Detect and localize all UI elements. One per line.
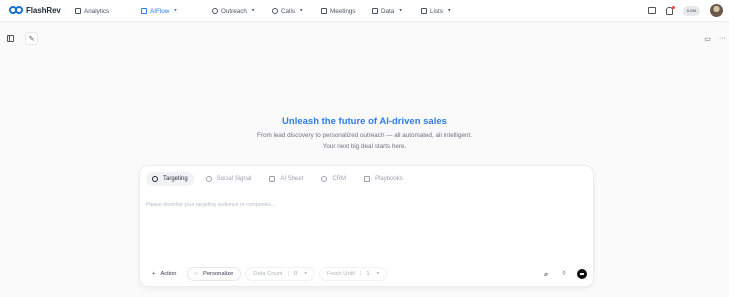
signal-icon [205, 176, 212, 182]
hero-subtitle-line1: From lead discovery to personalized outr… [257, 132, 472, 139]
data-count-select[interactable]: Data Count | 0 ▾ [245, 267, 315, 281]
new-chat-button[interactable]: ✎ [25, 32, 38, 45]
composer-card: Targeting Social Signal AI Sheet CRM Pla… [139, 165, 594, 287]
fresh-until-label: Fresh Until [326, 271, 355, 277]
crm-icon [321, 176, 328, 182]
analytics-icon [75, 8, 81, 14]
sidebar-icon [7, 35, 14, 42]
nav-outreach-label: Outreach [221, 7, 247, 15]
gift-icon[interactable] [647, 7, 656, 14]
brand-logo[interactable]: FlashRev [9, 5, 61, 15]
chevron-down-icon: ▾ [399, 7, 402, 14]
chevron-down-icon: ▾ [300, 7, 303, 14]
nav-meetings[interactable]: Meetings [321, 6, 356, 16]
tab-label: Social Signal [216, 176, 252, 182]
personalize-button[interactable]: ◌ Personalize [186, 267, 242, 281]
composer-toolbar: + Action ◌ Personalize Data Count | 0 ▾ … [146, 267, 587, 281]
data-count-label: Data Count [253, 271, 283, 277]
chevron-down-icon: ▾ [304, 270, 307, 277]
book-icon [364, 176, 371, 182]
nav-meetings-label: Meetings [330, 7, 356, 15]
infinity-logo-icon [9, 5, 23, 15]
edit-icon: ✎ [28, 35, 35, 43]
outreach-icon [212, 8, 218, 14]
nav-lists[interactable]: Lists ▾ [421, 6, 450, 16]
lists-icon [421, 8, 427, 14]
prompt-input[interactable]: Please describe your targeting audience … [146, 202, 275, 208]
microphone-icon[interactable]: ◊ [559, 269, 569, 279]
data-count-value: 0 [294, 271, 298, 277]
plus-icon: + [152, 271, 156, 277]
fresh-until-select[interactable]: Fresh Until | 1 ▾ [318, 267, 388, 281]
video-icon [321, 8, 327, 14]
nav-calls[interactable]: Calls ▾ [272, 6, 303, 16]
divider: | [287, 271, 290, 277]
tab-label: CRM [332, 176, 347, 182]
attach-icon[interactable]: ⌀ [541, 269, 551, 279]
send-button[interactable] [577, 269, 587, 279]
data-icon [372, 8, 378, 14]
chevron-down-icon: ▾ [376, 270, 380, 277]
chevron-down-icon: ▾ [174, 7, 177, 14]
nav-aiflow[interactable]: AIFlow ▾ [141, 6, 177, 16]
chevron-down-icon: ▾ [251, 7, 255, 14]
more-icon: ··· [719, 35, 726, 42]
nav-outreach[interactable]: Outreach ▾ [212, 6, 254, 16]
more-options-button[interactable]: ··· [716, 32, 729, 45]
aiflow-icon [141, 8, 147, 14]
toggle-sidebar-button[interactable] [4, 32, 17, 45]
nav-calls-label: Calls [281, 7, 295, 15]
tab-label: Playbooks [375, 176, 403, 182]
bell-icon[interactable] [665, 5, 675, 15]
tab-playbooks[interactable]: Playbooks [358, 172, 409, 186]
tab-social-signal[interactable]: Social Signal [200, 172, 258, 186]
tab-label: AI Sheet [280, 176, 304, 182]
nav-data-label: Data [381, 7, 395, 15]
tab-crm[interactable]: CRM [315, 172, 352, 186]
tab-label: Targeting [163, 176, 188, 182]
header-actions: ILXM [647, 4, 723, 17]
nav-analytics-label: Analytics [84, 7, 110, 15]
target-icon [152, 176, 158, 182]
brand-name: FlashRev [26, 5, 61, 15]
sheet-icon [269, 176, 276, 182]
nav-analytics[interactable]: Analytics [75, 6, 109, 16]
chat-history-button[interactable]: ▭ [701, 32, 714, 45]
tab-ai-sheet[interactable]: AI Sheet [263, 172, 309, 186]
avatar[interactable] [710, 4, 723, 17]
action-label: Action [160, 271, 177, 277]
person-icon: ◌ [194, 271, 198, 277]
hero-subtitle-line2: Your next big deal starts here. [322, 143, 407, 150]
action-button[interactable]: + Action [146, 267, 183, 281]
phone-icon [272, 8, 278, 14]
composer-tabs: Targeting Social Signal AI Sheet CRM Pla… [146, 172, 409, 186]
divider: | [359, 271, 362, 277]
chevron-down-icon: ▾ [447, 7, 451, 14]
fresh-until-value: 1 [366, 271, 370, 277]
top-navbar: FlashRev Analytics AIFlow ▾ Outreach ▾ C… [0, 0, 729, 22]
nav-data[interactable]: Data ▾ [372, 6, 402, 16]
nav-lists-label: Lists [430, 7, 443, 15]
hero-title: Unleash the future of AI-driven sales [282, 116, 447, 127]
tab-targeting[interactable]: Targeting [146, 172, 194, 186]
personalize-label: Personalize [202, 271, 234, 277]
nav-aiflow-label: AIFlow [150, 7, 170, 15]
chat-icon: ▭ [704, 35, 711, 43]
user-chip[interactable]: ILXM [682, 5, 700, 16]
